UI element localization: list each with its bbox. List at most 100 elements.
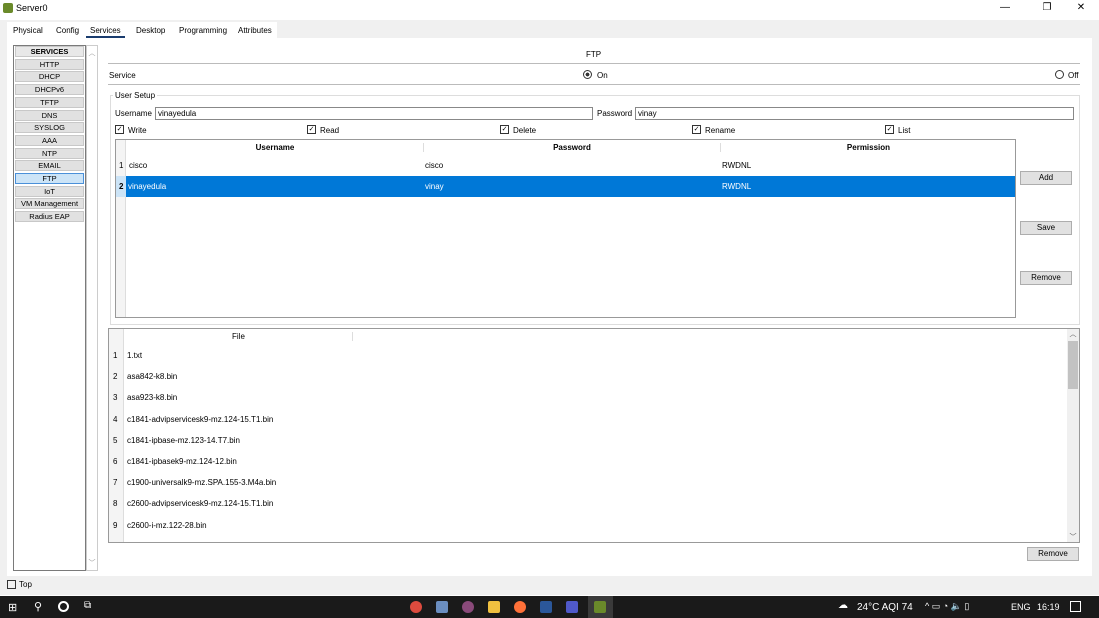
sidebar-item-radius-eap[interactable]: Radius EAP: [15, 211, 84, 223]
sidebar-scrollbar[interactable]: ︿ ﹀: [86, 45, 98, 571]
row-password: cisco: [425, 161, 444, 170]
files-table: File 1 1.txt 2 asa842-k8.bin 3 asa923-k8.bin 4…: [108, 328, 1080, 543]
sidebar-item-iot[interactable]: IoT: [15, 185, 84, 197]
sidebar-item-email[interactable]: EMAIL: [15, 160, 84, 172]
language-indicator[interactable]: ENG: [1011, 602, 1031, 612]
files-scrollbar[interactable]: ︿ ﹀: [1067, 329, 1079, 542]
file-explorer-icon[interactable]: [488, 601, 500, 613]
file-row[interactable]: 1 1.txt: [109, 345, 1059, 366]
delete-checkbox[interactable]: ✓: [500, 125, 509, 134]
file-row[interactable]: 6 c1841-ipbasek9-mz.124-12.bin: [109, 451, 1059, 472]
tab-services[interactable]: Services: [86, 24, 125, 38]
file-name: c1841-advipservicesk9-mz.124-15.T1.bin: [127, 414, 274, 424]
file-row-number: 7: [113, 478, 118, 488]
delete-label: Delete: [513, 126, 537, 135]
sidebar-item-ftp[interactable]: FTP: [15, 173, 84, 184]
column-permission[interactable]: Permission: [720, 143, 1016, 152]
firefox-icon[interactable]: [514, 601, 526, 613]
rename-checkbox[interactable]: ✓: [692, 125, 701, 134]
sidebar-item-dhcpv6[interactable]: DHCPv6: [15, 84, 84, 96]
read-checkbox[interactable]: ✓: [307, 125, 316, 134]
sidebar-item-syslog[interactable]: SYSLOG: [15, 122, 84, 134]
sidebar-item-dhcp[interactable]: DHCP: [15, 71, 84, 83]
start-icon[interactable]: ⊞: [8, 601, 17, 614]
sidebar-item-vm-management[interactable]: VM Management: [15, 198, 84, 210]
file-row[interactable]: 2 asa842-k8.bin: [109, 366, 1059, 387]
tab-programming[interactable]: Programming: [175, 24, 231, 38]
password-input[interactable]: vinay: [635, 107, 1074, 120]
file-row-number: 1: [113, 351, 118, 360]
write-label: Write: [128, 126, 147, 135]
tray-icons[interactable]: ^ ▭ ◔ 🔈 ▯: [925, 601, 969, 612]
tab-physical[interactable]: Physical: [9, 24, 47, 38]
file-row-number: 9: [113, 520, 118, 530]
restore-button[interactable]: ❐: [1032, 2, 1062, 16]
notifications-icon[interactable]: [1070, 601, 1081, 612]
save-button[interactable]: Save: [1020, 221, 1072, 235]
title-bar: Server0 — ❐ ✕: [0, 0, 1099, 18]
file-row[interactable]: 4 c1841-advipservicesk9-mz.124-15.T1.bin: [109, 409, 1059, 430]
list-label: List: [898, 126, 911, 135]
add-button[interactable]: Add: [1020, 171, 1072, 185]
service-off-radio[interactable]: [1055, 70, 1064, 79]
tab-attributes[interactable]: Attributes: [234, 24, 276, 38]
clock[interactable]: 16:19: [1037, 602, 1060, 612]
column-username[interactable]: Username: [127, 143, 423, 152]
cortana-icon[interactable]: [58, 601, 69, 612]
file-row-number: 6: [113, 457, 118, 466]
sidebar-item-dns[interactable]: DNS: [15, 109, 84, 121]
table-row-selected[interactable]: 2 vinayedula vinay RWDNL: [116, 176, 1015, 197]
top-checkbox[interactable]: [7, 580, 16, 589]
file-row[interactable]: 5 c1841-ipbase-mz.123-14.T7.bin: [109, 430, 1059, 451]
chrome-icon[interactable]: [410, 601, 422, 613]
sidebar-item-tftp[interactable]: TFTP: [15, 96, 84, 108]
weather-text[interactable]: 24°C AQI 74: [857, 602, 913, 613]
word-icon[interactable]: [540, 601, 552, 613]
file-row[interactable]: 7 c1900-universalk9-mz.SPA.155-3.M4a.bin: [109, 472, 1059, 493]
calculator-icon[interactable]: [436, 601, 448, 613]
weather-icon: ☁: [838, 600, 848, 611]
row-username: vinayedula: [128, 182, 167, 191]
table-row[interactable]: 1 cisco cisco RWDNL: [116, 155, 1015, 176]
tab-config[interactable]: Config: [52, 24, 83, 38]
file-row-number: 8: [113, 499, 118, 509]
file-name: 1.txt: [127, 351, 143, 360]
sidebar-header: SERVICES: [15, 46, 84, 57]
file-row[interactable]: 8 c2600-advipservicesk9-mz.124-15.T1.bin: [109, 493, 1059, 514]
task-view-icon[interactable]: ⧉: [84, 600, 91, 611]
search-icon[interactable]: ⚲: [34, 600, 42, 613]
file-name: asa923-k8.bin: [127, 393, 178, 403]
file-name: asa842-k8.bin: [127, 372, 178, 382]
close-button[interactable]: ✕: [1066, 2, 1096, 16]
minimize-button[interactable]: —: [990, 2, 1020, 16]
sidebar-item-ntp[interactable]: NTP: [15, 147, 84, 159]
service-label: Service: [109, 71, 136, 80]
teams-icon[interactable]: [566, 601, 578, 613]
obs-icon[interactable]: [462, 601, 474, 613]
user-setup-legend: User Setup: [113, 91, 158, 100]
sidebar-item-http[interactable]: HTTP: [15, 58, 84, 70]
packet-tracer-taskbar-button[interactable]: [588, 596, 613, 618]
service-on-label: On: [597, 71, 608, 80]
page-title: FTP: [586, 50, 602, 59]
file-row[interactable]: 3 asa923-k8.bin: [109, 387, 1059, 408]
file-row-number: 2: [113, 372, 118, 382]
sidebar-item-aaa[interactable]: AAA: [15, 134, 84, 146]
service-off-label: Off: [1068, 71, 1079, 80]
column-file[interactable]: File: [125, 332, 353, 341]
row-number: 2: [116, 176, 126, 197]
remove-file-button[interactable]: Remove: [1027, 547, 1079, 561]
column-password[interactable]: Password: [423, 143, 720, 152]
rename-label: Rename: [705, 126, 736, 135]
list-checkbox[interactable]: ✓: [885, 125, 894, 134]
write-checkbox[interactable]: ✓: [115, 125, 124, 134]
file-name: c1900-universalk9-mz.SPA.155-3.M4a.bin: [127, 478, 277, 488]
file-row[interactable]: 9 c2600-i-mz.122-28.bin: [109, 515, 1059, 536]
username-input[interactable]: vinayedula: [155, 107, 593, 120]
taskbar: ⊞ ⚲ ⧉ ☁ 24°C AQI 74 ^ ▭ ◔ 🔈 ▯ ENG 16:19: [0, 596, 1099, 618]
app-icon: [3, 3, 13, 13]
service-on-radio[interactable]: [583, 70, 592, 79]
file-row-number: 3: [113, 393, 118, 403]
remove-user-button[interactable]: Remove: [1020, 271, 1072, 285]
tab-desktop[interactable]: Desktop: [132, 24, 169, 38]
